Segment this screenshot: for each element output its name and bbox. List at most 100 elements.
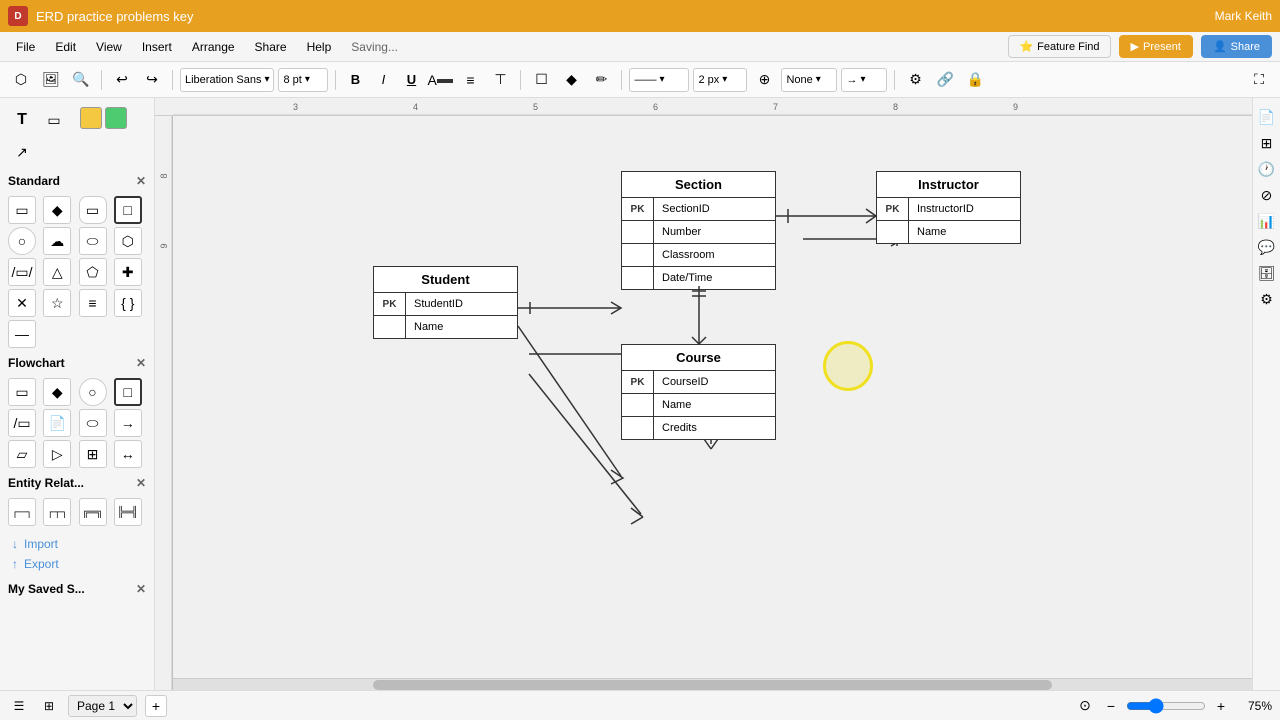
shape-pentagon[interactable]: ⬠ <box>79 258 107 286</box>
shape-x[interactable]: ✕ <box>8 289 36 317</box>
text-tool[interactable]: T <box>8 106 36 134</box>
zoom-slider[interactable] <box>1126 698 1206 714</box>
fc-manual[interactable]: ▱ <box>8 440 36 468</box>
rect-tool[interactable]: ▭ <box>40 106 68 134</box>
fc-doc[interactable]: 📄 <box>43 409 71 437</box>
menu-arrange[interactable]: Arrange <box>184 36 243 58</box>
settings-panel-btn[interactable]: ⚙ <box>1256 288 1278 310</box>
instructor-entity[interactable]: Instructor PK InstructorID Name <box>876 171 1021 244</box>
share-button[interactable]: 👤 Share <box>1201 35 1272 58</box>
line-color-button[interactable]: ✏ <box>588 67 614 93</box>
shape-cloud[interactable]: ☁ <box>43 227 71 255</box>
yellow-swatch[interactable] <box>80 107 102 129</box>
shape-ellipse[interactable]: ○ <box>8 227 36 255</box>
diagram[interactable]: Section PK SectionID Number Classroom Da… <box>173 116 1252 690</box>
present-button[interactable]: ▶ Present <box>1119 35 1193 58</box>
shape-triangle[interactable]: △ <box>43 258 71 286</box>
zoom-out-button[interactable]: − <box>1100 695 1122 717</box>
standard-close[interactable]: ✕ <box>136 174 146 188</box>
format-panel-btn[interactable]: ⊞ <box>1256 132 1278 154</box>
fc-drum[interactable]: ⬭ <box>79 409 107 437</box>
shape-lines[interactable]: ≡ <box>79 289 107 317</box>
flowchart-section-header[interactable]: Flowchart ✕ <box>0 352 154 374</box>
standard-section-header[interactable]: Standard ✕ <box>0 170 154 192</box>
section-entity[interactable]: Section PK SectionID Number Classroom Da… <box>621 171 776 290</box>
align-button[interactable]: ≡ <box>457 67 483 93</box>
arrow-style-select[interactable]: → ▾ <box>841 68 887 92</box>
undo-button[interactable]: ↩ <box>109 67 135 93</box>
menu-help[interactable]: Help <box>299 36 340 58</box>
entity-rel-section-header[interactable]: Entity Relat... ✕ <box>0 472 154 494</box>
entity-rel-close[interactable]: ✕ <box>136 476 146 490</box>
shape-cylinder[interactable]: ⬭ <box>79 227 107 255</box>
erd-shape-1[interactable]: ┌─┐ <box>8 498 36 526</box>
shape-cross[interactable]: ✚ <box>114 258 142 286</box>
menu-view[interactable]: View <box>88 36 130 58</box>
fc-lines[interactable]: ⊞ <box>79 440 107 468</box>
zoom-in-button[interactable]: + <box>1210 695 1232 717</box>
shape-star[interactable]: ☆ <box>43 289 71 317</box>
font-color-button[interactable]: A <box>427 67 453 93</box>
grid-view-btn[interactable]: ⊞ <box>38 695 60 717</box>
redo-button[interactable]: ↪ <box>139 67 165 93</box>
student-entity[interactable]: Student PK StudentID Name <box>373 266 518 339</box>
shape-rect[interactable]: ▭ <box>8 196 36 224</box>
bold-button[interactable]: B <box>343 68 367 92</box>
horizontal-scrollbar[interactable] <box>173 678 1252 690</box>
fc-diamond[interactable]: ◆ <box>43 378 71 406</box>
add-page-button[interactable]: + <box>145 695 167 717</box>
shape-hexagon[interactable]: ⬡ <box>114 227 142 255</box>
fc-rect2[interactable]: □ <box>114 378 142 406</box>
image-button[interactable]: 🖼 <box>38 67 64 93</box>
fc-delay[interactable]: ▷ <box>43 440 71 468</box>
green-swatch[interactable] <box>105 107 127 129</box>
menu-edit[interactable]: Edit <box>47 36 84 58</box>
connection-point-button[interactable]: ⊕ <box>751 67 777 93</box>
list-view-btn[interactable]: ☰ <box>8 695 30 717</box>
fc-rect[interactable]: ▭ <box>8 378 36 406</box>
canvas-area[interactable]: 3 4 5 6 7 8 9 8 9 <box>155 98 1252 690</box>
fc-arrow[interactable]: → <box>114 409 142 437</box>
flowchart-close[interactable]: ✕ <box>136 356 146 370</box>
font-family-select[interactable]: Liberation Sans ▾ <box>180 68 274 92</box>
shapes-button[interactable]: ⬡ <box>8 67 34 93</box>
extra-options-button[interactable]: ⚙ <box>902 67 928 93</box>
shape-rounded[interactable]: ▭ <box>79 196 107 224</box>
line-style-select[interactable]: —— ▾ <box>629 68 689 92</box>
underline-button[interactable]: U <box>399 68 423 92</box>
page-panel-btn[interactable]: 📄 <box>1256 106 1278 128</box>
page-selector[interactable]: Page 1 <box>68 695 137 717</box>
menu-file[interactable]: File <box>8 36 43 58</box>
line-weight-select[interactable]: 2 px ▾ <box>693 68 747 92</box>
fc-rounded[interactable]: ○ <box>79 378 107 406</box>
connection-style-select[interactable]: None ▾ <box>781 68 837 92</box>
shape-line[interactable]: — <box>8 320 36 348</box>
shape-rect2[interactable]: □ <box>114 196 142 224</box>
fc-ref[interactable]: ↔ <box>114 440 142 468</box>
lock-button[interactable]: 🔒 <box>962 67 988 93</box>
menu-insert[interactable]: Insert <box>134 36 180 58</box>
fullscreen-button[interactable]: ⛶ <box>1246 67 1272 93</box>
fc-parallelogram[interactable]: /▭ <box>8 409 36 437</box>
data-panel-btn[interactable]: 📊 <box>1256 210 1278 232</box>
feature-find-button[interactable]: ⭐ Feature Find <box>1008 35 1110 58</box>
arrow-tool[interactable]: ↗ <box>8 138 36 166</box>
search-button[interactable]: 🔍 <box>68 67 94 93</box>
menu-share[interactable]: Share <box>247 36 295 58</box>
saved-shapes-header[interactable]: My Saved S... ✕ <box>0 578 154 600</box>
export-button[interactable]: ↑ Export <box>8 554 146 574</box>
erd-shape-2[interactable]: ┌┬┐ <box>43 498 71 526</box>
italic-button[interactable]: I <box>371 68 395 92</box>
link-button[interactable]: 🔗 <box>932 67 958 93</box>
shape-style-button[interactable]: ☐ <box>528 67 554 93</box>
hscrollbar-thumb[interactable] <box>373 680 1052 690</box>
course-entity[interactable]: Course PK CourseID Name Credits <box>621 344 776 440</box>
shape-parallelogram[interactable]: /▭/ <box>8 258 36 286</box>
text-position-button[interactable]: ⊤ <box>487 67 513 93</box>
layers-panel-btn[interactable]: ⊘ <box>1256 184 1278 206</box>
shape-diamond[interactable]: ◆ <box>43 196 71 224</box>
saved-shapes-close[interactable]: ✕ <box>136 582 146 596</box>
shape-bracket[interactable]: { } <box>114 289 142 317</box>
fit-page-button[interactable]: ⊙ <box>1074 695 1096 717</box>
font-size-select[interactable]: 8 pt ▾ <box>278 68 328 92</box>
